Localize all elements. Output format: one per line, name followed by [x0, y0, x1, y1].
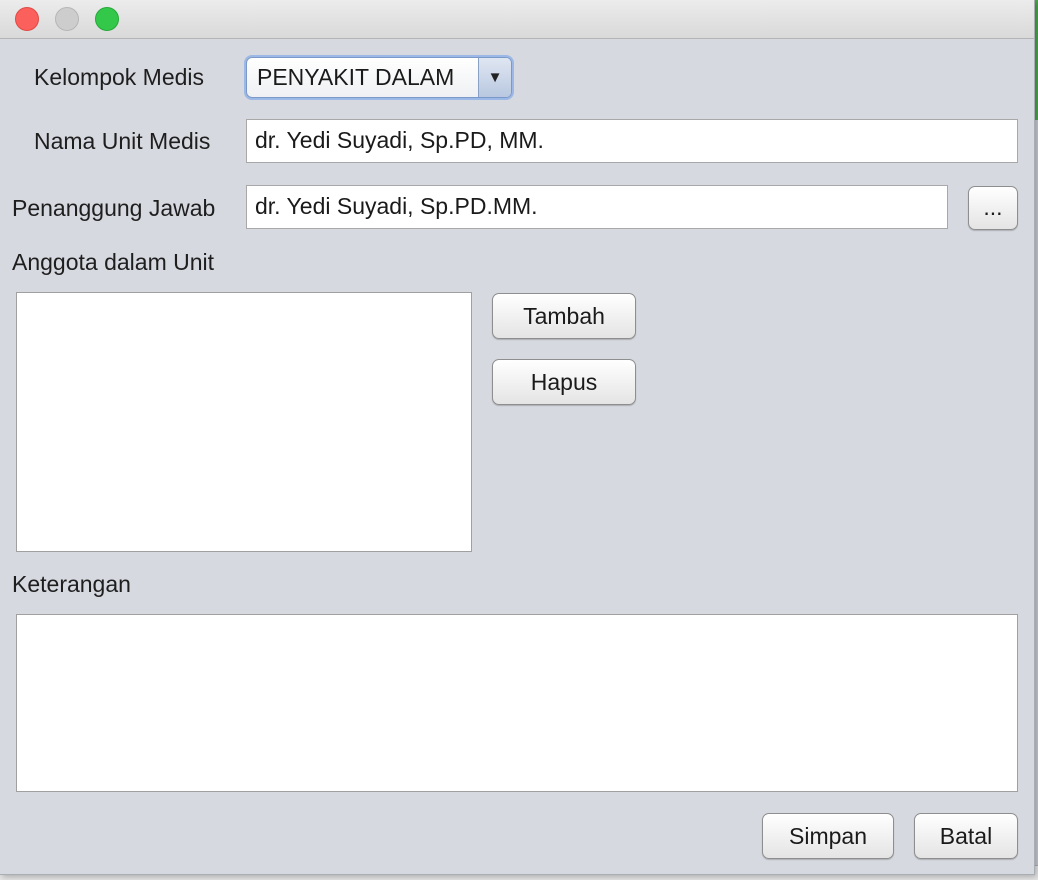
title-bar	[0, 0, 1034, 39]
hapus-button[interactable]: Hapus	[492, 359, 636, 405]
maximize-icon[interactable]	[95, 7, 119, 31]
keterangan-textarea[interactable]	[16, 614, 1018, 792]
nama-unit-medis-label: Nama Unit Medis	[34, 128, 211, 154]
minimize-icon[interactable]	[55, 7, 79, 31]
triangle-down-icon[interactable]: ▼	[478, 58, 511, 97]
keterangan-label: Keterangan	[12, 571, 131, 597]
tambah-button[interactable]: Tambah	[492, 293, 636, 339]
kelompok-medis-select[interactable]: PENYAKIT DALAM ▼	[246, 57, 512, 98]
browse-penanggung-jawab-button[interactable]: ...	[968, 186, 1018, 230]
batal-button[interactable]: Batal	[914, 813, 1018, 859]
simpan-button[interactable]: Simpan	[762, 813, 894, 859]
penanggung-jawab-field[interactable]: dr. Yedi Suyadi, Sp.PD.MM.	[246, 185, 948, 229]
anggota-list[interactable]	[16, 292, 472, 552]
nama-unit-medis-field[interactable]: dr. Yedi Suyadi, Sp.PD, MM.	[246, 119, 1018, 163]
kelompok-medis-value: PENYAKIT DALAM	[257, 64, 455, 90]
close-icon[interactable]	[15, 7, 39, 31]
unit-medis-dialog: Kelompok Medis PENYAKIT DALAM ▼ Nama Uni…	[0, 0, 1035, 875]
anggota-label: Anggota dalam Unit	[12, 249, 215, 275]
kelompok-medis-label: Kelompok Medis	[34, 64, 205, 90]
penanggung-jawab-label: Penanggung Jawab	[12, 195, 216, 221]
